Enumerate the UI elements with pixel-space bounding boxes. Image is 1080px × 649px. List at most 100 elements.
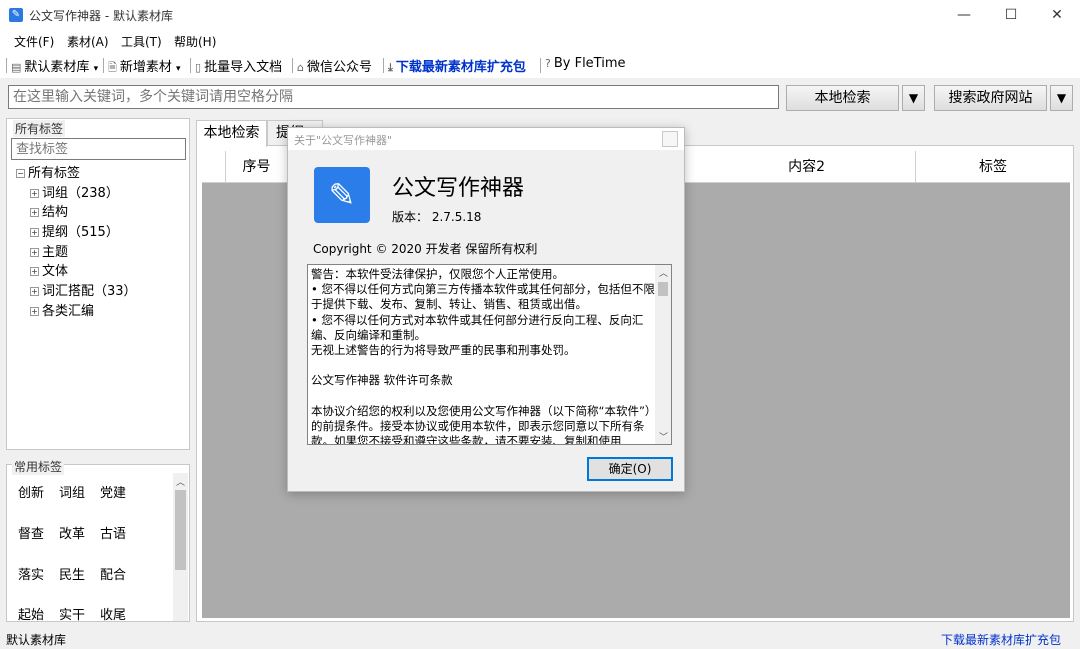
tree-item[interactable]: + 主题 [30,241,68,260]
tree-item[interactable]: + 结构 [30,201,68,220]
title-bar: ✎ 公文写作神器 - 默认素材库 — ☐ ✕ [0,0,1080,30]
common-tag[interactable]: 起始 [18,604,44,621]
local-search-button[interactable]: 本地检索 [786,85,899,111]
pencil-icon: ✎ [314,167,370,223]
all-tags-label: 所有标签 [13,120,66,137]
ok-button[interactable]: 确定(O) [587,457,673,481]
expand-icon[interactable]: + [30,287,39,296]
document-add-icon: 🗎 [108,61,117,74]
dialog-version: 版本： 2.7.5.18 [392,210,482,224]
toolbar-divider [103,58,104,73]
license-text: 警告：本软件受法律保护，仅限您个人正常使用。 • 您不得以任何方式向第三方传播本… [311,267,655,445]
wechat-label: 微信公众号 [306,60,372,75]
download-pack-link[interactable]: ⤓ 下载最新素材库扩充包 [388,56,526,75]
scroll-down-icon[interactable]: ﹀ [659,430,668,443]
common-tags-scrollbar[interactable]: ︿ [173,473,188,621]
common-tag[interactable]: 实干 [59,604,85,621]
local-search-dropdown[interactable]: ▼ [902,85,925,111]
expand-icon[interactable]: + [30,248,39,257]
tree-item-label: 文体 [42,264,69,279]
common-tag[interactable]: 落实 [18,564,44,583]
expand-icon[interactable]: + [30,228,39,237]
license-scrollbar[interactable]: ︿ ﹀ [655,265,671,444]
dialog-close-button[interactable] [662,131,678,147]
common-tag[interactable]: 古语 [100,523,126,542]
import-icon: ▯ [195,61,202,74]
search-input[interactable] [8,85,779,109]
scroll-up-icon[interactable]: ︿ [659,266,668,279]
library-label: 默认素材库 [24,60,90,75]
column-header-tags[interactable]: 标签 [916,151,1070,183]
home-icon: ⌂ [297,61,304,74]
status-download-link[interactable]: 下载最新素材库扩充包 [941,631,1061,648]
common-tag[interactable]: 创新 [18,482,44,501]
collapse-icon[interactable]: − [16,169,25,178]
dialog-copyright: Copyright © 2020 开发者 保留所有权利 [313,242,538,256]
add-material-label: 新增素材 [119,60,172,75]
tab-local-search[interactable]: 本地检索 [196,120,267,147]
tree-root[interactable]: − 所有标签 [16,162,80,181]
wechat-button[interactable]: ⌂ 微信公众号 [297,56,372,75]
tree-item[interactable]: + 各类汇编 [30,300,94,319]
dialog-app-name: 公文写作神器 [392,176,525,201]
expand-icon[interactable]: + [30,267,39,276]
tree-item[interactable]: + 文体 [30,260,68,279]
chevron-down-icon: ▾ [176,64,181,74]
common-tag[interactable]: 民生 [59,564,85,583]
download-label: 下载最新素材库扩充包 [395,60,526,75]
about-button[interactable]: ? By FleTime [545,56,626,71]
scrollbar-thumb[interactable] [658,282,668,296]
batch-import-button[interactable]: ▯ 批量导入文档 [195,56,282,75]
dialog-title: 关于"公文写作神器" [294,134,393,147]
pencil-icon: ✎ [9,8,23,22]
toolbar-divider [540,58,541,73]
help-icon: ? [545,57,551,70]
tree-item[interactable]: + 提纲（515） [30,221,119,240]
toolbar-divider [292,58,293,73]
maximize-button[interactable]: ☐ [988,0,1034,30]
library-button[interactable]: ▤ 默认素材库 ▾ [11,56,98,75]
batch-import-label: 批量导入文档 [204,60,283,75]
menu-file[interactable]: 文件(F) [14,33,54,50]
common-tag[interactable]: 词组 [59,482,85,501]
common-tag[interactable]: 党建 [100,482,126,501]
gov-search-button[interactable]: 搜索政府网站 [934,85,1047,111]
expand-icon[interactable]: + [30,208,39,217]
tree-item[interactable]: + 词组（238） [30,182,119,201]
menu-tools[interactable]: 工具(T) [121,33,162,50]
column-header-index[interactable]: 序号 [226,151,288,183]
about-dialog: 关于"公文写作神器" ✎ 公文写作神器 版本： 2.7.5.18 Copyrig… [287,127,685,492]
expand-icon[interactable]: + [30,307,39,316]
toolbar: ▤ 默认素材库 ▾ 🗎 新增素材 ▾ ▯ 批量导入文档 ⌂ 微信公众号 ⤓ 下载最新素材库… [0,52,1080,78]
tree-item-label: 词汇搭配（33） [42,284,137,299]
menu-help[interactable]: 帮助(H) [174,33,216,50]
search-row: 本地检索 ▼ 搜索政府网站 ▼ [0,82,1080,114]
tree-item-label: 各类汇编 [42,304,95,319]
expand-icon[interactable]: + [30,189,39,198]
scrollbar-thumb[interactable] [175,490,186,570]
tree-item-label: 提纲（515） [42,225,119,240]
tree-item[interactable]: + 词汇搭配（33） [30,280,137,299]
tree-item-label: 结构 [42,205,69,220]
minimize-button[interactable]: — [941,0,987,30]
gov-search-dropdown[interactable]: ▼ [1050,85,1073,111]
menu-bar: 文件(F) 素材(A) 工具(T) 帮助(H) [0,30,1080,52]
status-bar: 默认素材库 下载最新素材库扩充包 [0,628,1080,649]
tree-root-label: 所有标签 [28,166,81,181]
window-title: 公文写作神器 - 默认素材库 [29,9,173,23]
menu-material[interactable]: 素材(A) [67,33,109,50]
add-material-button[interactable]: 🗎 新增素材 ▾ [108,56,181,78]
toolbar-divider [6,58,7,73]
scroll-up-icon[interactable]: ︿ [176,475,185,488]
library-icon: ▤ [11,61,22,74]
license-textbox[interactable]: 警告：本软件受法律保护，仅限您个人正常使用。 • 您不得以任何方式向第三方传播本… [307,264,672,445]
common-tag[interactable]: 督查 [18,523,44,542]
common-tag[interactable]: 配合 [100,564,126,583]
all-tags-panel: 所有标签 −所有标签 +词组（238） +结构 +提纲（515） +主题 +文体… [6,118,190,450]
about-label: By FleTime [553,56,626,71]
common-tags-label: 常用标签 [12,458,65,475]
tag-search-input[interactable] [11,138,186,160]
common-tag[interactable]: 收尾 [100,604,126,621]
common-tag[interactable]: 改革 [59,523,85,542]
close-button[interactable]: ✕ [1034,0,1080,30]
